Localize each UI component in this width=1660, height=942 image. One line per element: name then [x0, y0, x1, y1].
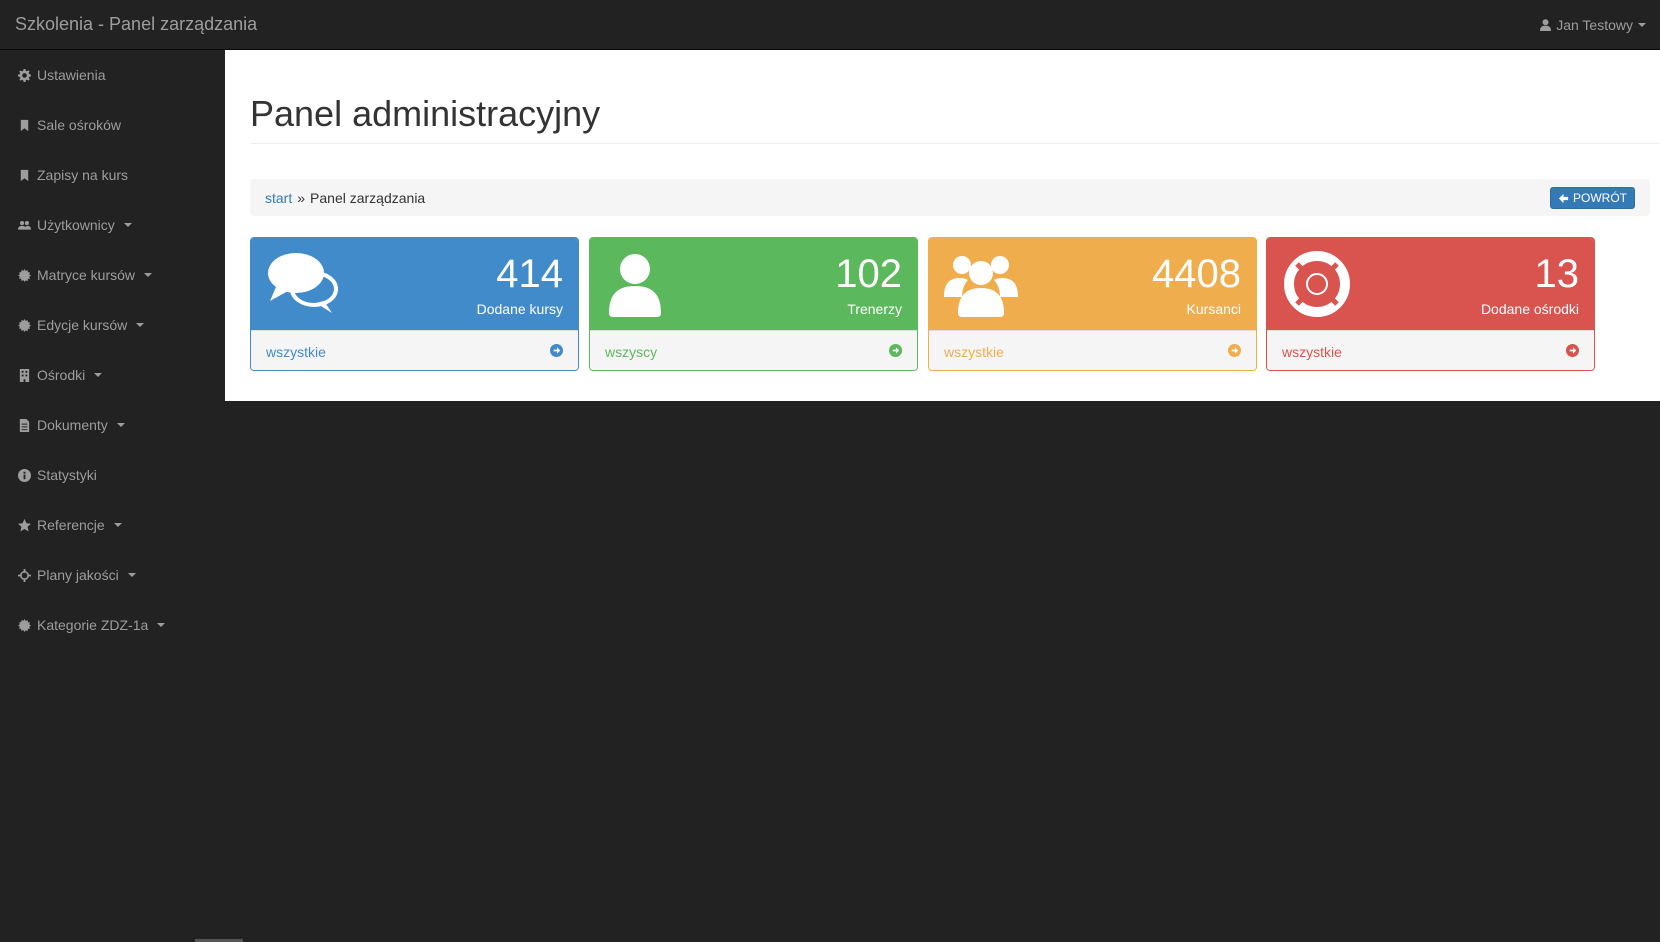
bookmark-icon	[17, 168, 31, 182]
stat-label: Dodane kursy	[476, 301, 563, 317]
stat-card: 414 Dodane kursy wszystkie	[250, 237, 579, 371]
stat-label: Kursanci	[1186, 301, 1241, 317]
building-icon	[17, 368, 31, 382]
document-icon	[17, 418, 31, 432]
stat-card: 13 Dodane ośrodki wszystkie	[1266, 237, 1595, 371]
stat-card-link[interactable]: wszystkie	[929, 330, 1256, 370]
page-title: Panel administracyjny	[250, 93, 601, 134]
stat-card-link[interactable]: wszystkie	[1267, 330, 1594, 370]
sidebar-item-label: Statystyki	[37, 467, 97, 483]
stat-card-header: 414 Dodane kursy	[251, 238, 578, 330]
comments-icon	[266, 251, 340, 317]
sidebar-item-label: Użytkownicy	[37, 217, 115, 233]
stat-card-link-label: wszystkie	[1282, 343, 1342, 360]
breadcrumb: start » Panel zarządzania POWRÓT	[250, 179, 1650, 216]
sidebar-item-label: Kategorie ZDZ-1a	[37, 617, 149, 633]
stats-cards: 414 Dodane kursy wszystkie 102 Trenerzy wszys…	[250, 237, 1660, 371]
back-button[interactable]: POWRÓT	[1550, 187, 1635, 209]
stat-label: Dodane ośrodki	[1480, 301, 1579, 317]
gear-icon	[17, 68, 31, 82]
sidebar-item-zapisy-na-kurs[interactable]: Zapisy na kurs	[0, 150, 225, 200]
sidebar-item-kategorie-zdz-1a[interactable]: Kategorie ZDZ-1a	[0, 600, 225, 650]
stat-card-link-label: wszystkie	[266, 343, 326, 360]
chevron-down-icon	[136, 323, 145, 327]
arrow-circle-right-icon	[1228, 343, 1241, 360]
sidebar-item-użytkownicy[interactable]: Użytkownicy	[0, 200, 225, 250]
info-icon	[17, 468, 31, 482]
stat-card-link[interactable]: wszystkie	[251, 330, 578, 370]
chevron-down-icon	[116, 423, 125, 427]
sidebar-item-referencje[interactable]: Referencje	[0, 500, 225, 550]
sidebar-item-ustawienia[interactable]: Ustawienia	[0, 50, 225, 100]
brand-title[interactable]: Szkolenia - Panel zarządzania	[15, 14, 257, 35]
sidebar-item-matryce-kursów[interactable]: Matryce kursów	[0, 250, 225, 300]
chevron-down-icon	[113, 523, 122, 527]
sidebar-item-statystyki[interactable]: Statystyki	[0, 450, 225, 500]
top-navbar: Szkolenia - Panel zarządzania Jan Testow…	[0, 0, 1660, 50]
breadcrumb-separator: »	[297, 189, 306, 206]
cog-icon	[17, 318, 31, 332]
stat-value: 13	[1534, 252, 1580, 296]
arrow-circle-right-icon	[889, 343, 902, 360]
sidebar-item-plany-jakości[interactable]: Plany jakości	[0, 550, 225, 600]
sidebar-item-label: Matryce kursów	[37, 267, 136, 283]
chevron-down-icon	[144, 273, 153, 277]
stat-label: Trenerzy	[847, 301, 902, 317]
arrow-circle-right-icon	[1566, 343, 1579, 360]
sidebar-item-label: Sale ośroków	[37, 117, 122, 133]
user-menu[interactable]: Jan Testowy	[1540, 17, 1646, 33]
chevron-down-icon	[123, 223, 132, 227]
cog-icon	[17, 268, 31, 282]
sidebar-item-label: Referencje	[37, 517, 105, 533]
arrow-circle-right-icon	[550, 343, 563, 360]
stat-card-link[interactable]: wszyscy	[590, 330, 917, 370]
cog-icon	[17, 618, 31, 632]
sidebar-item-sale-ośroków[interactable]: Sale ośroków	[0, 100, 225, 150]
chevron-down-icon	[1638, 23, 1646, 27]
bookmark-icon	[17, 118, 31, 132]
stat-card-header: 4408 Kursanci	[929, 238, 1256, 330]
star-icon	[17, 518, 31, 532]
sidebar-item-label: Ośrodki	[37, 367, 86, 383]
sidebar-item-label: Zapisy na kurs	[37, 167, 129, 183]
sidebar-item-edycje-kursów[interactable]: Edycje kursów	[0, 300, 225, 350]
crosshair-icon	[17, 568, 31, 582]
back-button-label: POWRÓT	[1573, 191, 1627, 205]
sidebar: Ustawienia Sale ośroków Zapisy na kurs Użyt…	[0, 50, 225, 650]
stat-value: 4408	[1152, 252, 1241, 296]
arrow-left-icon	[1558, 193, 1569, 203]
chevron-down-icon	[127, 573, 136, 577]
group-icon	[944, 251, 1018, 317]
stat-card-header: 13 Dodane ośrodki	[1267, 238, 1594, 330]
life-ring-icon	[1282, 251, 1356, 317]
breadcrumb-start-link[interactable]: start	[265, 190, 292, 206]
user-icon	[605, 251, 679, 317]
stat-value: 102	[835, 252, 902, 296]
user-icon	[1540, 19, 1552, 31]
sidebar-item-ośrodki[interactable]: Ośrodki	[0, 350, 225, 400]
chevron-down-icon	[94, 373, 103, 377]
user-name: Jan Testowy	[1556, 17, 1633, 33]
breadcrumb-current: Panel zarządzania	[310, 189, 426, 206]
main-content: Panel administracyjny start » Panel zarz…	[225, 50, 1660, 401]
stat-card: 102 Trenerzy wszyscy	[589, 237, 918, 371]
sidebar-item-label: Plany jakości	[37, 567, 119, 583]
sidebar-item-label: Ustawienia	[37, 67, 106, 83]
page-header: Panel administracyjny	[250, 94, 1660, 144]
users-icon	[17, 218, 31, 232]
sidebar-item-label: Dokumenty	[37, 417, 108, 433]
chevron-down-icon	[157, 623, 166, 627]
stat-card: 4408 Kursanci wszystkie	[928, 237, 1257, 371]
stat-value: 414	[496, 252, 563, 296]
stat-card-link-label: wszyscy	[605, 343, 658, 360]
sidebar-item-dokumenty[interactable]: Dokumenty	[0, 400, 225, 450]
sidebar-item-label: Edycje kursów	[37, 317, 128, 333]
stat-card-link-label: wszystkie	[944, 343, 1004, 360]
stat-card-header: 102 Trenerzy	[590, 238, 917, 330]
